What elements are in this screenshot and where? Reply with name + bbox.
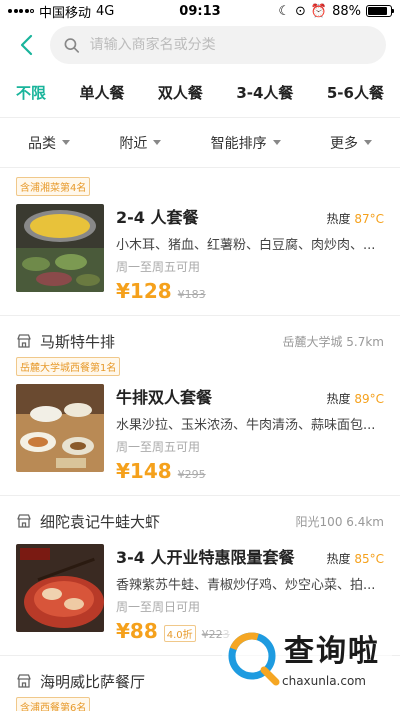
deal-title: 牛排双人套餐	[116, 388, 213, 407]
tab-unlimited[interactable]: 不限	[16, 82, 46, 103]
store-icon	[17, 674, 31, 688]
deal-availability: 周一至周日可用	[116, 600, 201, 614]
status-right: ☾ ⊙ ⏰ 88%	[242, 3, 394, 19]
deal-item[interactable]: 2-4 人套餐 热度 87°C 小木耳、猪血、红薯粉、白豆腐、肉炒肉、... 周…	[16, 204, 384, 315]
carrier-label: 中国移动	[39, 5, 92, 21]
heat-label: 热度	[326, 212, 351, 226]
filter-label: 品类	[28, 135, 56, 152]
shop-header: 细陀袁记牛蛙大虾 阳光100 6.4km	[16, 506, 384, 536]
search-input[interactable]	[89, 37, 372, 53]
discount-badge: 4.0折	[163, 625, 196, 642]
filter-label: 更多	[329, 135, 358, 152]
deal-items: 香辣紫苏牛蛙、青椒炒仔鸡、炒空心菜、拍...	[116, 578, 376, 593]
rank-badge: 含浦湘菜第4名	[16, 177, 91, 196]
heat-indicator: 热度 87°C	[327, 210, 385, 227]
filter-label: 智能排序	[210, 135, 267, 152]
deal-title: 3-4 人开业特惠限量套餐	[116, 548, 295, 567]
network-label: 4G	[96, 3, 115, 19]
deal-price: ¥148	[116, 459, 172, 483]
heat-label: 热度	[326, 392, 351, 406]
shop-name: 细陀袁记牛蛙大虾	[40, 512, 161, 531]
lock-rotation-icon: ⊙	[295, 3, 306, 19]
deal-price: ¥128	[116, 279, 172, 303]
filter-more[interactable]: 更多	[330, 133, 372, 153]
heat-label: 热度	[326, 552, 351, 566]
caret-down-icon	[153, 140, 162, 145]
caret-down-icon	[363, 140, 372, 145]
battery-icon	[366, 5, 394, 17]
heat-indicator: 热度 85°C	[327, 550, 385, 567]
deal-title: 2-4 人套餐	[116, 208, 199, 227]
meal-size-tabs: 不限 单人餐 双人餐 3-4人餐 5-6人餐	[0, 68, 400, 118]
tab-5-6[interactable]: 5-6人餐	[327, 82, 384, 103]
status-time: 09:13	[179, 3, 221, 19]
signal-icon	[8, 9, 34, 13]
watermark-logo	[228, 632, 280, 686]
shop-location: 阳光100 6.4km	[295, 514, 384, 529]
deal-image	[16, 204, 104, 292]
status-left: 中国移动 4G	[8, 2, 158, 21]
shop-name: 马斯特牛排	[40, 332, 116, 351]
back-button[interactable]	[14, 30, 38, 60]
tab-3-4[interactable]: 3-4人餐	[236, 82, 293, 103]
store-icon	[17, 514, 31, 528]
search-header	[0, 22, 400, 68]
filter-sort[interactable]: 智能排序	[211, 133, 281, 153]
store-icon	[17, 334, 31, 348]
caret-down-icon	[62, 140, 70, 145]
original-price: ¥183	[177, 288, 206, 301]
deal-items: 水果沙拉、玉米浓汤、牛肉清汤、蒜味面包...	[116, 418, 376, 433]
status-bar: 中国移动 4G 09:13 ☾ ⊙ ⏰ 88%	[0, 0, 400, 22]
shop-card[interactable]: 含浦湘菜第4名 2-4 人套餐 热度 87°C 小木耳、猪血、红薯粉、白豆腐、肉…	[0, 168, 400, 316]
deal-items: 小木耳、猪血、红薯粉、白豆腐、肉炒肉、...	[116, 238, 376, 253]
deal-item[interactable]: 牛排双人套餐 热度 89°C 水果沙拉、玉米浓汤、牛肉清汤、蒜味面包... 周一…	[16, 384, 384, 495]
shop-location: 岳麓大学城 5.7km	[282, 334, 384, 349]
heat-value: 89°C	[354, 392, 384, 406]
filter-nearby[interactable]: 附近	[119, 133, 162, 153]
original-price: ¥295	[177, 468, 206, 481]
deal-image	[16, 544, 104, 632]
caret-down-icon	[272, 140, 281, 145]
deal-availability: 周一至周五可用	[116, 260, 201, 274]
search-box[interactable]	[50, 26, 386, 64]
shop-header: 马斯特牛排 岳麓大学城 5.7km	[16, 326, 384, 356]
filter-label: 附近	[119, 135, 148, 152]
deal-body: 牛排双人套餐 热度 89°C 水果沙拉、玉米浓汤、牛肉清汤、蒜味面包... 周一…	[116, 384, 384, 483]
shop-card[interactable]: 马斯特牛排 岳麓大学城 5.7km 岳麓大学城西餐第1名 牛排双人套餐 热度 8…	[0, 326, 400, 496]
moon-icon: ☾	[278, 3, 290, 19]
deal-availability: 周一至周五可用	[116, 440, 201, 454]
heat-indicator: 热度 89°C	[327, 390, 385, 407]
heat-value: 85°C	[354, 552, 384, 566]
deal-body: 2-4 人套餐 热度 87°C 小木耳、猪血、红薯粉、白豆腐、肉炒肉、... 周…	[116, 204, 384, 303]
search-icon	[64, 37, 80, 53]
tab-single[interactable]: 单人餐	[79, 82, 124, 103]
rank-badge: 含浦西餐第6名	[16, 697, 91, 711]
filter-category[interactable]: 品类	[28, 133, 70, 153]
back-arrow-icon	[20, 34, 33, 56]
deal-price: ¥88	[116, 619, 158, 643]
rank-badge: 岳麓大学城西餐第1名	[16, 357, 121, 376]
watermark-url: chaxunla.com	[282, 674, 366, 688]
alarm-icon: ⏰	[310, 3, 328, 19]
deal-image	[16, 384, 104, 472]
tab-double[interactable]: 双人餐	[158, 82, 203, 103]
watermark: 查询啦 chaxunla.com	[222, 624, 392, 706]
battery-percent: 88%	[332, 3, 361, 19]
watermark-text: 查询啦	[284, 634, 380, 669]
filter-bar: 品类 附近 智能排序 更多	[0, 118, 400, 168]
heat-value: 87°C	[354, 212, 384, 226]
